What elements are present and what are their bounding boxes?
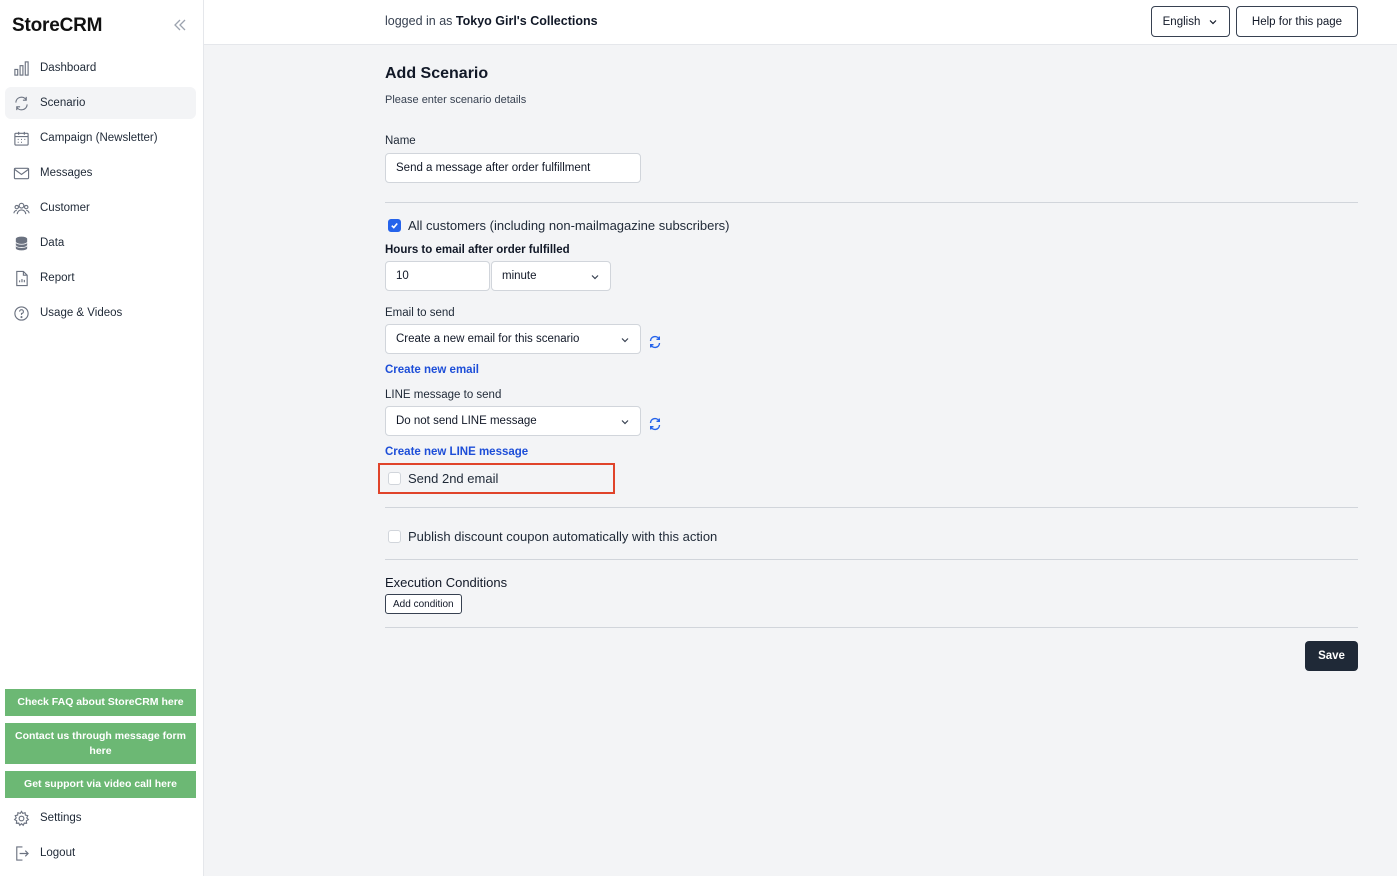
document-icon [12,269,30,287]
name-input[interactable]: Send a message after order fulfillment [385,153,641,183]
divider [385,202,1358,203]
name-label: Name [385,135,416,147]
sidebar-item-label: Logout [40,847,76,859]
coupon-checkbox[interactable]: Publish discount coupon automatically wi… [388,529,717,544]
hours-unit-select[interactable]: minute [491,261,611,291]
sidebar-item-label: Campaign (Newsletter) [40,132,158,144]
all-customers-checkbox[interactable]: All customers (including non-mailmagazin… [388,218,730,233]
save-button[interactable]: Save [1305,641,1358,671]
sidebar-item-settings[interactable]: Settings [5,802,196,834]
divider [385,507,1358,508]
sidebar-item-label: Customer [40,202,90,214]
question-circle-icon [12,304,30,322]
send-2nd-email-label: Send 2nd email [408,471,499,486]
login-info: logged in as Tokyo Girl's Collections [385,14,598,28]
checkbox-unchecked-icon[interactable] [388,530,401,543]
send-2nd-email-checkbox[interactable]: Send 2nd email [388,471,498,486]
top-bar: logged in as Tokyo Girl's Collections En… [204,0,1397,45]
refresh-line-icon[interactable] [648,417,662,431]
collapse-sidebar-icon[interactable] [172,17,188,33]
chevron-down-icon [591,275,599,280]
add-condition-button[interactable]: Add condition [385,594,462,614]
email-select-value: Create a new email for this scenario [396,333,580,345]
page-title: Add Scenario [385,65,489,82]
email-label: Email to send [385,307,455,319]
all-customers-label: All customers (including non-mailmagazin… [408,218,730,233]
faq-support-button[interactable]: Check FAQ about StoreCRM here [5,689,196,716]
sidebar-item-scenario[interactable]: Scenario [5,87,196,119]
video-call-support-button[interactable]: Get support via video call here [5,771,196,798]
logged-in-prefix: logged in as [385,14,453,28]
sidebar-item-label: Dashboard [40,62,97,74]
coupon-label: Publish discount coupon automatically wi… [408,529,718,544]
email-select[interactable]: Create a new email for this scenario [385,324,641,354]
sidebar-item-report[interactable]: Report [5,262,196,294]
sidebar-item-logout[interactable]: Logout [5,837,196,869]
line-select[interactable]: Do not send LINE message [385,406,641,436]
chevron-down-icon [1209,19,1217,24]
language-select[interactable]: English [1151,6,1230,37]
create-new-line-link[interactable]: Create new LINE message [385,446,528,458]
app-logo[interactable]: StoreCRM [12,15,102,37]
line-label: LINE message to send [385,389,502,401]
sidebar-item-campaign[interactable]: Campaign (Newsletter) [5,122,196,154]
logout-icon [12,844,30,862]
chevron-down-icon [621,420,629,425]
sidebar-item-label: Report [40,272,75,284]
page-subtitle: Please enter scenario details [385,94,527,106]
database-icon [12,234,30,252]
sidebar-nav: Dashboard Scenario Campaign (Newsletter)… [5,52,196,332]
sidebar: StoreCRM Dashboard Scenario Campaign (Ne… [0,0,204,876]
sidebar-item-label: Usage & Videos [40,307,123,319]
help-button[interactable]: Help for this page [1236,6,1358,37]
divider [385,627,1358,628]
chevron-down-icon [621,338,629,343]
checkbox-unchecked-icon[interactable] [388,472,401,485]
calendar-icon [12,129,30,147]
sidebar-item-dashboard[interactable]: Dashboard [5,52,196,84]
sidebar-item-label: Messages [40,167,93,179]
sidebar-item-messages[interactable]: Messages [5,157,196,189]
sidebar-item-label: Data [40,237,65,249]
sidebar-item-usage-videos[interactable]: Usage & Videos [5,297,196,329]
contact-form-support-button[interactable]: Contact us through message form here [5,723,196,764]
sidebar-item-label: Scenario [40,97,86,109]
line-select-value: Do not send LINE message [396,415,537,427]
bar-chart-icon [12,59,30,77]
sidebar-item-label: Settings [40,812,82,824]
users-icon [12,199,30,217]
sidebar-item-customer[interactable]: Customer [5,192,196,224]
store-name: Tokyo Girl's Collections [455,14,598,28]
divider [385,559,1358,560]
hours-input[interactable]: 10 [385,261,490,291]
refresh-email-icon[interactable] [648,335,662,349]
create-new-email-link[interactable]: Create new email [385,364,479,376]
sidebar-item-data[interactable]: Data [5,227,196,259]
language-label: English [1162,15,1201,28]
hours-label: Hours to email after order fulfilled [385,244,570,256]
checkbox-checked-icon[interactable] [388,219,401,232]
hours-unit-value: minute [502,270,537,282]
refresh-cycle-icon [12,94,30,112]
envelope-icon [12,164,30,182]
execution-conditions-title: Execution Conditions [385,575,508,590]
gear-icon [12,809,30,827]
